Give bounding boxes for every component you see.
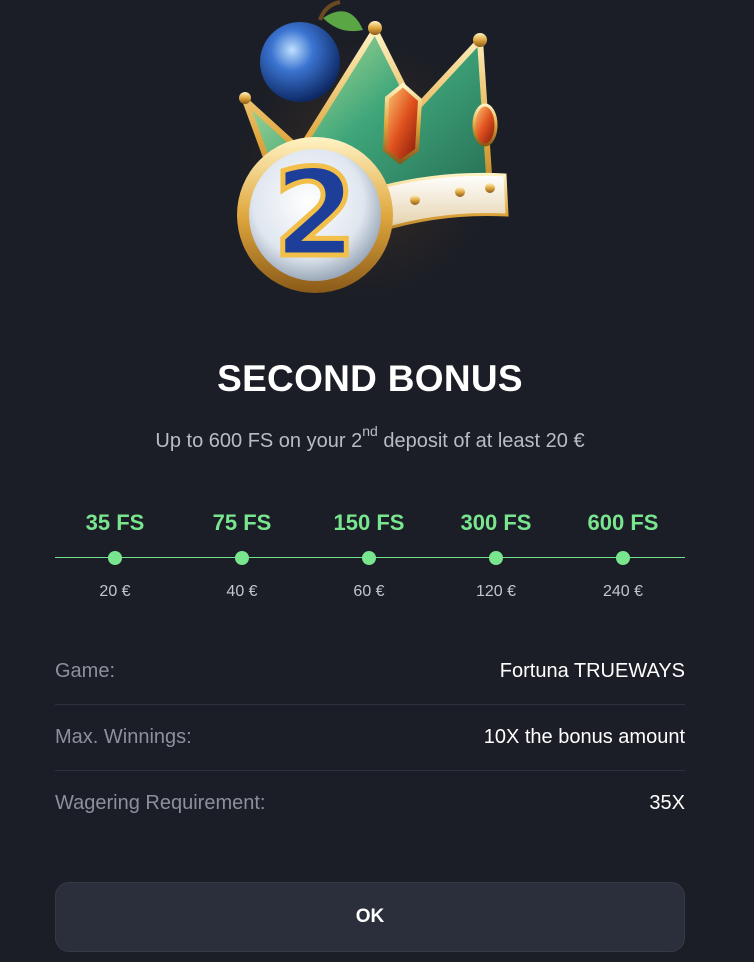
- bonus-modal: 2 SECOND BONUS Up to 600 FS on your 2nd …: [0, 0, 754, 962]
- detail-row-wagering: Wagering Requirement: 35X: [55, 771, 685, 836]
- tier-dot: [108, 551, 122, 565]
- detail-label: Game:: [55, 660, 116, 682]
- tier-free-spins: 150 FS: [333, 510, 405, 535]
- bonus-title: SECOND BONUS: [217, 358, 523, 399]
- tier-free-spins: 600 FS: [587, 510, 659, 535]
- tier-free-spins: 75 FS: [212, 510, 272, 535]
- tier-deposit-amount: 60 €: [353, 583, 385, 600]
- detail-row-game: Game: Fortuna TRUEWAYS: [55, 639, 685, 705]
- tier-deposit-amount: 240 €: [602, 583, 644, 600]
- ok-button[interactable]: OK: [55, 882, 685, 952]
- bonus-subtitle: Up to 600 FS on your 2nd deposit of at l…: [0, 424, 740, 453]
- detail-value: 10X the bonus amount: [483, 726, 685, 748]
- detail-value: Fortuna TRUEWAYS: [499, 660, 685, 682]
- svg-text:2: 2: [273, 145, 357, 284]
- bonus-subtitle-suffix: deposit of at least 20 €: [377, 430, 585, 452]
- bonus-hero-image: 2: [215, 0, 515, 320]
- tier-deposit-amount: 20 €: [99, 583, 131, 600]
- tier-item: 35 FS 20 €: [55, 505, 175, 601]
- detail-row-max-winnings: Max. Winnings: 10X the bonus amount: [55, 705, 685, 771]
- bonus-subtitle-ordinal: nd: [362, 423, 378, 440]
- tier-deposit-amount: 120 €: [475, 583, 517, 600]
- tier-dot: [235, 551, 249, 565]
- detail-label: Wagering Requirement:: [55, 792, 266, 814]
- detail-value: 35X: [649, 792, 685, 814]
- tier-free-spins: 35 FS: [85, 510, 145, 535]
- tier-item: 150 FS 60 €: [309, 505, 429, 601]
- tier-item: 75 FS 40 €: [182, 505, 302, 601]
- tier-free-spins: 300 FS: [460, 510, 532, 535]
- tier-dot: [616, 551, 630, 565]
- tier-dot: [362, 551, 376, 565]
- bonus-subtitle-prefix: Up to 600 FS on your 2: [155, 430, 363, 452]
- tier-dot: [489, 551, 503, 565]
- tier-deposit-amount: 40 €: [226, 583, 258, 600]
- bonus-tier-timeline: 35 FS 20 € 75 FS 40 € 150 FS 60 € 300 FS…: [55, 505, 685, 615]
- tier-item: 600 FS 240 €: [563, 505, 683, 601]
- tier-item: 300 FS 120 €: [436, 505, 556, 601]
- detail-label: Max. Winnings:: [55, 726, 192, 748]
- bonus-details: Game: Fortuna TRUEWAYS Max. Winnings: 10…: [55, 639, 685, 836]
